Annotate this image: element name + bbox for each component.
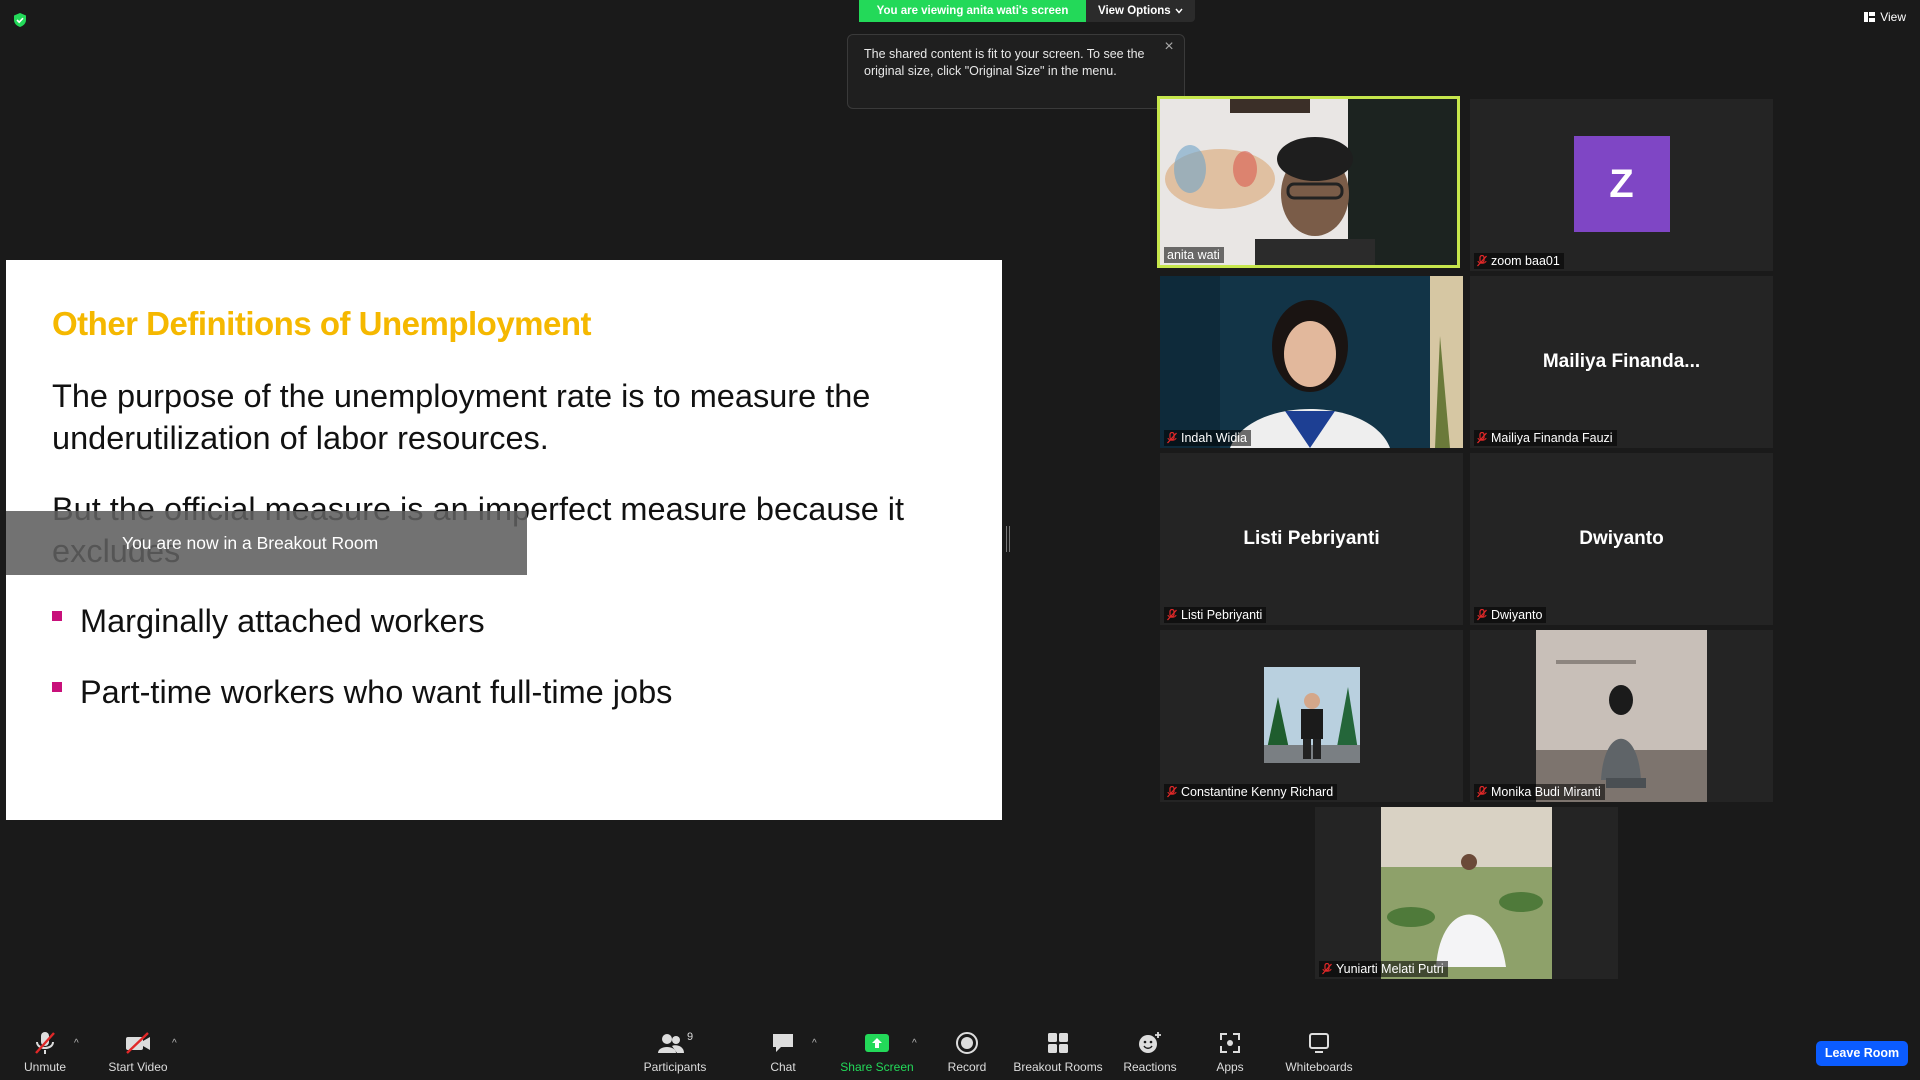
breakout-rooms-button[interactable]: Breakout Rooms — [1013, 1030, 1103, 1074]
participant-avatar — [1264, 667, 1360, 763]
unmute-button[interactable]: Unmute — [20, 1030, 70, 1074]
participant-avatar — [1381, 807, 1552, 979]
view-label: View — [1880, 10, 1906, 24]
participant-tile-anita-wati[interactable]: anita wati — [1157, 96, 1460, 268]
muted-mic-icon — [1477, 255, 1487, 267]
participant-avatar: Z — [1573, 136, 1670, 232]
participant-tile-dwiyanto[interactable]: Dwiyanto Dwiyanto — [1470, 453, 1773, 625]
whiteboard-icon — [1309, 1033, 1329, 1053]
leave-room-button[interactable]: Leave Room — [1816, 1041, 1908, 1066]
muted-mic-icon — [1167, 432, 1177, 444]
participant-name-label: Dwiyanto — [1474, 607, 1547, 623]
breakout-rooms-icon — [1048, 1033, 1068, 1053]
participant-name-label: Listi Pebriyanti — [1164, 607, 1267, 623]
chat-options-caret[interactable]: ^ — [812, 1038, 817, 1049]
screen-share-banner: You are viewing anita wati's screen View… — [859, 0, 1195, 22]
security-shield-icon[interactable] — [12, 12, 28, 28]
participant-tile-mailiya-finanda-fauzi[interactable]: Mailiya Finanda... Mailiya Finanda Fauzi — [1470, 276, 1773, 448]
share-options-caret[interactable]: ^ — [912, 1038, 917, 1049]
reactions-icon — [1139, 1032, 1161, 1053]
muted-mic-icon — [1477, 609, 1487, 621]
bullet-square-icon — [52, 610, 62, 621]
participant-tile-monika-budi-miranti[interactable]: Monika Budi Miranti — [1470, 630, 1773, 802]
participant-name-label: Mailiya Finanda Fauzi — [1474, 430, 1617, 446]
participant-tile-constantine-kenny-richard[interactable]: Constantine Kenny Richard — [1160, 630, 1463, 802]
participant-name-label: Indah Widia — [1164, 430, 1252, 446]
reactions-button[interactable]: Reactions — [1122, 1030, 1178, 1074]
chevron-down-icon — [1175, 8, 1183, 14]
muted-mic-icon — [35, 1032, 55, 1054]
chat-button[interactable]: Chat — [765, 1030, 801, 1074]
bullet-square-icon — [52, 681, 62, 692]
chat-icon — [773, 1034, 793, 1052]
slide-bullet-text: Part-time workers who want full-time job… — [80, 674, 673, 710]
muted-mic-icon — [1322, 963, 1332, 975]
audio-options-caret[interactable]: ^ — [74, 1038, 79, 1049]
view-options-label: View Options — [1098, 5, 1171, 17]
muted-mic-icon — [1167, 786, 1177, 798]
video-options-caret[interactable]: ^ — [172, 1038, 177, 1049]
record-button[interactable]: Record — [945, 1030, 989, 1074]
participant-display-name: Dwiyanto — [1579, 528, 1664, 549]
participant-name-label: zoom baa01 — [1474, 253, 1564, 269]
muted-mic-icon — [1477, 432, 1487, 444]
record-icon — [956, 1032, 978, 1054]
slide-title: Other Definitions of Unemployment — [52, 305, 592, 342]
tooltip-text: The shared content is fit to your screen… — [864, 47, 1145, 78]
participant-tile-listi-pebriyanti[interactable]: Listi Pebriyanti Listi Pebriyanti — [1160, 453, 1463, 625]
close-icon[interactable]: × — [1162, 39, 1176, 55]
gallery-layout-icon — [1864, 12, 1876, 22]
participants-button[interactable]: 9 Participants — [640, 1030, 710, 1074]
slide-bullet: Marginally attached workers — [52, 603, 485, 640]
participant-video — [1160, 99, 1457, 265]
participant-tile-indah-widia[interactable]: Indah Widia — [1160, 276, 1463, 448]
share-screen-button[interactable]: Share Screen — [839, 1030, 915, 1074]
slide-paragraph-1: The purpose of the unemployment rate is … — [52, 378, 871, 456]
participant-video — [1160, 276, 1463, 448]
participant-tile-yuniarti-melati-putri[interactable]: Yuniarti Melati Putri — [1315, 807, 1618, 979]
whiteboards-button[interactable]: Whiteboards — [1282, 1030, 1356, 1074]
apps-icon — [1220, 1033, 1240, 1053]
participant-name-label: Constantine Kenny Richard — [1164, 784, 1338, 800]
participant-name-label: Yuniarti Melati Putri — [1319, 961, 1448, 977]
apps-button[interactable]: Apps — [1210, 1030, 1250, 1074]
view-layout-button[interactable]: View — [1864, 10, 1906, 24]
participant-display-name: Listi Pebriyanti — [1243, 528, 1380, 549]
participant-display-name: Mailiya Finanda... — [1542, 351, 1701, 372]
slide-bullet: Part-time workers who want full-time job… — [52, 674, 672, 711]
breakout-room-toast: You are now in a Breakout Room — [6, 511, 527, 575]
participant-avatar — [1536, 630, 1707, 802]
fit-to-screen-tooltip: The shared content is fit to your screen… — [847, 34, 1185, 109]
start-video-button[interactable]: Start Video — [103, 1030, 173, 1074]
share-screen-icon — [865, 1034, 889, 1052]
split-view-drag-handle[interactable] — [1006, 526, 1010, 552]
muted-mic-icon — [1167, 609, 1177, 621]
participant-name-label: Monika Budi Miranti — [1474, 784, 1605, 800]
viewing-screen-label: You are viewing anita wati's screen — [859, 0, 1086, 22]
participants-icon — [657, 1034, 684, 1053]
muted-mic-icon — [1477, 786, 1487, 798]
slide-bullet-text: Marginally attached workers — [80, 603, 485, 639]
participant-tile-zoom-baa01[interactable]: Z zoom baa01 — [1470, 99, 1773, 271]
participants-count: 9 — [686, 1031, 694, 1043]
participant-name-label: anita wati — [1164, 247, 1224, 263]
video-off-icon — [126, 1032, 150, 1054]
view-options-button[interactable]: View Options — [1086, 0, 1195, 22]
